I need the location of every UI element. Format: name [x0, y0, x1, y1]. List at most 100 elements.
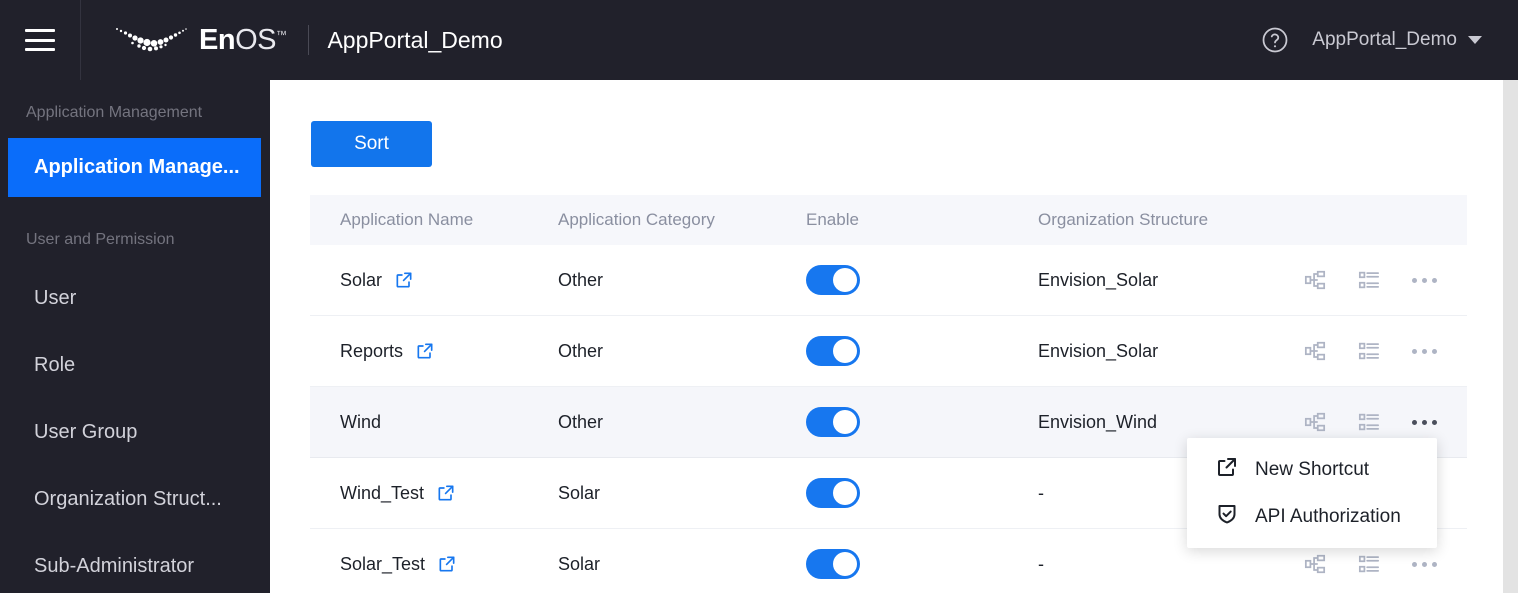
- sitemap-icon[interactable]: [1304, 269, 1326, 291]
- list-icon[interactable]: [1358, 411, 1380, 433]
- external-link-icon[interactable]: [437, 554, 457, 574]
- cell-actions: [1292, 411, 1467, 433]
- list-icon[interactable]: [1358, 269, 1380, 291]
- page-scrollbar[interactable]: [1503, 80, 1518, 593]
- cell-organization-structure: -: [1038, 553, 1044, 574]
- sidebar-item-organization-structure[interactable]: Organization Struct...: [0, 466, 270, 533]
- application-name-text: Solar: [340, 269, 383, 290]
- cell-application-category: Solar: [558, 482, 601, 503]
- enos-wordmark-light: OS: [235, 23, 276, 56]
- external-link-icon[interactable]: [436, 483, 456, 503]
- ellipsis-icon[interactable]: [1412, 277, 1437, 283]
- menu-item-label: API Authorization: [1255, 505, 1401, 527]
- application-name-text: Reports: [340, 340, 404, 361]
- external-link-icon[interactable]: [415, 341, 435, 361]
- trademark-symbol: ™: [275, 28, 287, 41]
- sitemap-icon[interactable]: [1304, 340, 1326, 362]
- menu-item-api-authorization[interactable]: API Authorization: [1187, 493, 1437, 540]
- cell-enable: [806, 549, 1038, 579]
- cell-application-category: Other: [558, 340, 604, 361]
- cell-application-category: Other: [558, 411, 604, 432]
- sidebar-item-label: Organization Struct...: [34, 488, 222, 510]
- row-context-menu: New Shortcut API Authorization: [1187, 438, 1437, 548]
- external-link-icon: [1215, 455, 1239, 485]
- sort-button[interactable]: Sort: [311, 121, 432, 167]
- chevron-down-icon: [1468, 36, 1482, 44]
- list-icon[interactable]: [1358, 553, 1380, 575]
- sidebar: Application Management Application Manag…: [0, 80, 270, 593]
- sitemap-icon[interactable]: [1304, 411, 1326, 433]
- cell-enable: [806, 336, 1038, 366]
- external-link-icon[interactable]: [394, 270, 414, 290]
- table-row[interactable]: Solar Other Envision_Solar: [310, 245, 1467, 316]
- brand: EnOS™ AppPortal_Demo: [81, 0, 503, 80]
- user-menu[interactable]: AppPortal_Demo: [1312, 29, 1482, 51]
- hamburger-icon: [25, 29, 55, 51]
- application-name-text: Wind_Test: [340, 482, 425, 503]
- toggle-knob: [833, 339, 857, 363]
- header-divider: [308, 25, 310, 55]
- enable-toggle[interactable]: [806, 549, 860, 579]
- column-header-application-category: Application Category: [558, 210, 715, 229]
- table-header-row: Application Name Application Category En…: [310, 195, 1467, 245]
- cell-actions: [1292, 269, 1467, 291]
- header-actions: AppPortal_Demo: [1260, 25, 1518, 55]
- shield-check-icon: [1215, 502, 1239, 532]
- sidebar-item-sub-administrator[interactable]: Sub-Administrator: [0, 533, 270, 593]
- app-root: EnOS™ AppPortal_Demo AppPortal_Demo Appl…: [0, 0, 1518, 593]
- cell-actions: [1292, 340, 1467, 362]
- cell-application-category: Solar: [558, 553, 601, 574]
- cell-application-name: Wind_Test: [310, 483, 558, 504]
- cell-actions: [1292, 553, 1467, 575]
- enos-wordmark-bold: En: [199, 23, 236, 56]
- top-header: EnOS™ AppPortal_Demo AppPortal_Demo: [0, 0, 1518, 80]
- enable-toggle[interactable]: [806, 407, 860, 437]
- table-row[interactable]: Reports Other Envision_Solar: [310, 316, 1467, 387]
- enos-wordmark: EnOS™: [199, 23, 287, 57]
- cell-application-name: Solar: [310, 270, 558, 291]
- enos-logo: EnOS™: [113, 23, 287, 57]
- cell-enable: [806, 478, 1038, 508]
- enable-toggle[interactable]: [806, 336, 860, 366]
- ellipsis-icon[interactable]: [1412, 348, 1437, 354]
- sidebar-item-role[interactable]: Role: [0, 332, 270, 399]
- enable-toggle[interactable]: [806, 478, 860, 508]
- cell-organization-structure: Envision_Solar: [1038, 269, 1159, 290]
- application-name-text: Wind: [340, 411, 382, 432]
- cell-organization-structure: Envision_Solar: [1038, 340, 1159, 361]
- column-header-organization-structure: Organization Structure: [1038, 210, 1209, 229]
- cell-application-name: Reports: [310, 341, 558, 362]
- sidebar-item-user[interactable]: User: [0, 265, 270, 332]
- toggle-knob: [833, 481, 857, 505]
- ellipsis-icon[interactable]: [1412, 561, 1437, 567]
- cell-enable: [806, 265, 1038, 295]
- sidebar-item-label: Sub-Administrator: [34, 555, 195, 577]
- column-header-enable: Enable: [806, 210, 859, 229]
- user-menu-label: AppPortal_Demo: [1312, 29, 1457, 50]
- toggle-knob: [833, 268, 857, 292]
- sitemap-icon[interactable]: [1304, 553, 1326, 575]
- toggle-knob: [833, 410, 857, 434]
- help-icon[interactable]: [1260, 25, 1290, 55]
- enable-toggle[interactable]: [806, 265, 860, 295]
- sidebar-group-title-application-management: Application Management: [26, 104, 203, 121]
- enos-swoosh-icon: [116, 28, 187, 52]
- menu-item-label: New Shortcut: [1255, 458, 1370, 480]
- sidebar-item-label: Application Manage...: [34, 156, 240, 178]
- cell-application-name: Wind: [310, 412, 558, 433]
- page-title: AppPortal_Demo: [327, 26, 503, 53]
- list-icon[interactable]: [1358, 340, 1380, 362]
- sidebar-item-label: Role: [34, 354, 76, 376]
- cell-application-name: Solar_Test: [310, 554, 558, 575]
- sidebar-item-application-management[interactable]: Application Manage...: [8, 138, 261, 197]
- cell-enable: [806, 407, 1038, 437]
- hamburger-menu-button[interactable]: [0, 0, 81, 80]
- ellipsis-icon[interactable]: [1412, 419, 1437, 425]
- cell-application-category: Other: [558, 269, 604, 290]
- column-header-application-name: Application Name: [340, 210, 474, 229]
- menu-item-new-shortcut[interactable]: New Shortcut: [1187, 446, 1437, 493]
- cell-organization-structure: Envision_Wind: [1038, 411, 1158, 432]
- sidebar-item-label: User Group: [34, 421, 138, 443]
- sidebar-item-label: User: [34, 287, 77, 309]
- sidebar-item-user-group[interactable]: User Group: [0, 399, 270, 466]
